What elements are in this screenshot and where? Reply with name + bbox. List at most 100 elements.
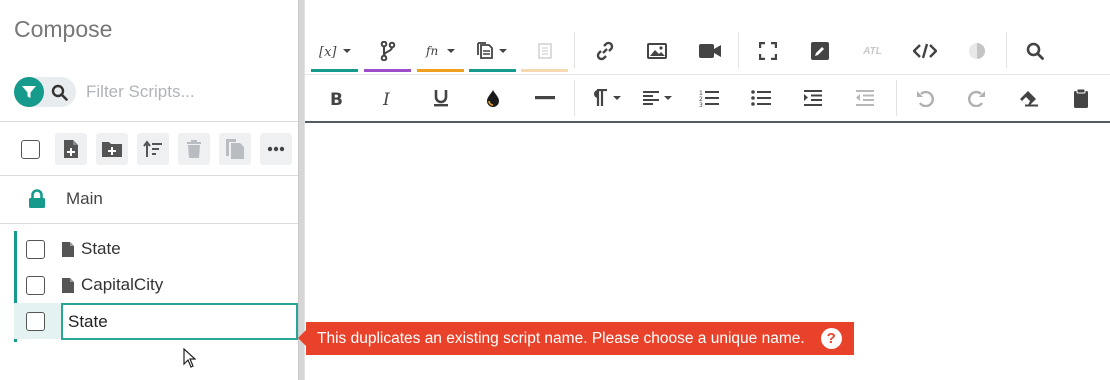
- more-button[interactable]: [260, 133, 292, 165]
- toolbar-separator: [574, 32, 575, 68]
- code-view-button[interactable]: [901, 29, 948, 73]
- video-camera-icon: [698, 44, 721, 58]
- search-button[interactable]: [44, 77, 74, 107]
- undo-button[interactable]: [901, 76, 948, 120]
- editor-toolbar-row-1: [x] fn ATL: [305, 28, 1110, 74]
- paragraph-dropdown[interactable]: [583, 76, 630, 120]
- link-button[interactable]: [581, 29, 628, 73]
- eraser-icon: [1019, 91, 1038, 107]
- toolbar-row-divider: [305, 74, 1110, 75]
- script-name: State: [81, 239, 121, 258]
- script-toolbar: [14, 133, 292, 165]
- toolbar-separator: [738, 32, 739, 68]
- redo-button[interactable]: [953, 76, 1000, 120]
- clear-formatting-button[interactable]: [1005, 76, 1052, 120]
- variables-dropdown[interactable]: [x]: [311, 29, 358, 73]
- image-button[interactable]: [633, 29, 680, 73]
- sort-button[interactable]: [137, 133, 169, 165]
- function-icon: fn: [425, 44, 455, 58]
- filter-scripts-input[interactable]: [86, 82, 286, 102]
- accent-underline: [469, 69, 516, 72]
- horizontal-rule-icon: [534, 96, 555, 100]
- paste-button[interactable]: [1057, 76, 1104, 120]
- svg-text:B: B: [330, 90, 343, 106]
- main-folder-label: Main: [66, 189, 103, 208]
- script-checkbox[interactable]: [26, 311, 45, 331]
- outdent-button[interactable]: [841, 76, 888, 120]
- ink-drop-icon: [486, 90, 499, 107]
- main-folder[interactable]: Main: [28, 189, 103, 209]
- panel-title: Compose: [14, 16, 113, 42]
- find-button[interactable]: [1011, 29, 1058, 73]
- help-icon[interactable]: ?: [820, 328, 842, 349]
- list-item[interactable]: CapitalCity: [14, 267, 298, 303]
- snippets-dropdown[interactable]: [469, 29, 516, 73]
- panel-splitter[interactable]: [298, 0, 305, 380]
- divider: [0, 175, 298, 176]
- divider: [0, 121, 298, 122]
- new-script-button[interactable]: [55, 133, 87, 165]
- ordered-list-button[interactable]: 123: [685, 76, 732, 120]
- align-dropdown[interactable]: [635, 76, 682, 120]
- toolbar-separator: [574, 80, 575, 116]
- list-item-editing[interactable]: [14, 303, 298, 340]
- script-panel: Compose Filter Scripts... Main State Cap…: [0, 0, 298, 380]
- functions-dropdown[interactable]: fn: [417, 29, 464, 73]
- horizontal-rule-button[interactable]: [521, 76, 568, 120]
- select-all-checkbox[interactable]: [14, 133, 46, 165]
- clipboard-icon: [1073, 88, 1088, 108]
- toolbar-separator: [1006, 32, 1007, 68]
- svg-text:3: 3: [699, 102, 703, 107]
- script-name: CapitalCity: [81, 275, 164, 294]
- svg-text:fn: fn: [425, 44, 438, 58]
- search-icon: [1026, 42, 1044, 60]
- list-item[interactable]: State: [14, 231, 298, 267]
- book-button[interactable]: [521, 29, 568, 73]
- italic-icon: I: [382, 90, 390, 106]
- fullscreen-icon: [758, 42, 777, 60]
- rename-script-input[interactable]: [61, 303, 298, 340]
- ordered-list-icon: 123: [699, 90, 719, 107]
- variable-icon: [x]: [319, 45, 351, 59]
- toolbar-separator: [896, 80, 897, 116]
- text-color-button[interactable]: [469, 76, 516, 120]
- filter-funnel-button[interactable]: [14, 77, 44, 107]
- new-file-icon: [64, 140, 78, 158]
- file-icon: [62, 277, 74, 293]
- edit-button[interactable]: [796, 29, 843, 73]
- atl-label: ATL: [863, 45, 882, 57]
- contrast-button[interactable]: [953, 29, 1000, 73]
- copy-icon: [226, 139, 244, 159]
- new-folder-button[interactable]: [96, 133, 128, 165]
- toolbar-bottom-border: [305, 121, 1110, 123]
- snippet-icon: [476, 42, 507, 59]
- underline-icon: [433, 90, 448, 107]
- copy-button[interactable]: [219, 133, 251, 165]
- video-button[interactable]: [686, 29, 733, 73]
- link-icon: [596, 41, 613, 61]
- script-checkbox[interactable]: [26, 239, 45, 259]
- error-message: This duplicates an existing script name.…: [317, 329, 805, 347]
- sort-icon: [143, 140, 162, 157]
- underline-button[interactable]: [417, 76, 464, 120]
- new-folder-icon: [102, 142, 122, 157]
- delete-button[interactable]: [178, 133, 210, 165]
- bullet-list-icon: [750, 90, 771, 106]
- bold-button[interactable]: B: [313, 76, 360, 120]
- ellipsis-icon: [267, 146, 285, 152]
- indent-button[interactable]: [789, 76, 836, 120]
- filter-bar: [14, 77, 286, 107]
- bullet-list-button[interactable]: [737, 76, 784, 120]
- redo-icon: [967, 90, 985, 107]
- script-checkbox[interactable]: [26, 275, 45, 295]
- divider: [0, 223, 298, 224]
- paragraph-icon: [593, 89, 621, 106]
- branch-icon: [380, 41, 395, 61]
- branch-button[interactable]: [364, 29, 411, 73]
- filter-toggle-group: [14, 77, 76, 107]
- fullscreen-button[interactable]: [744, 29, 791, 73]
- atl-button[interactable]: ATL: [849, 29, 896, 73]
- search-icon: [51, 84, 68, 101]
- italic-button[interactable]: I: [365, 76, 412, 120]
- trash-icon: [187, 139, 201, 158]
